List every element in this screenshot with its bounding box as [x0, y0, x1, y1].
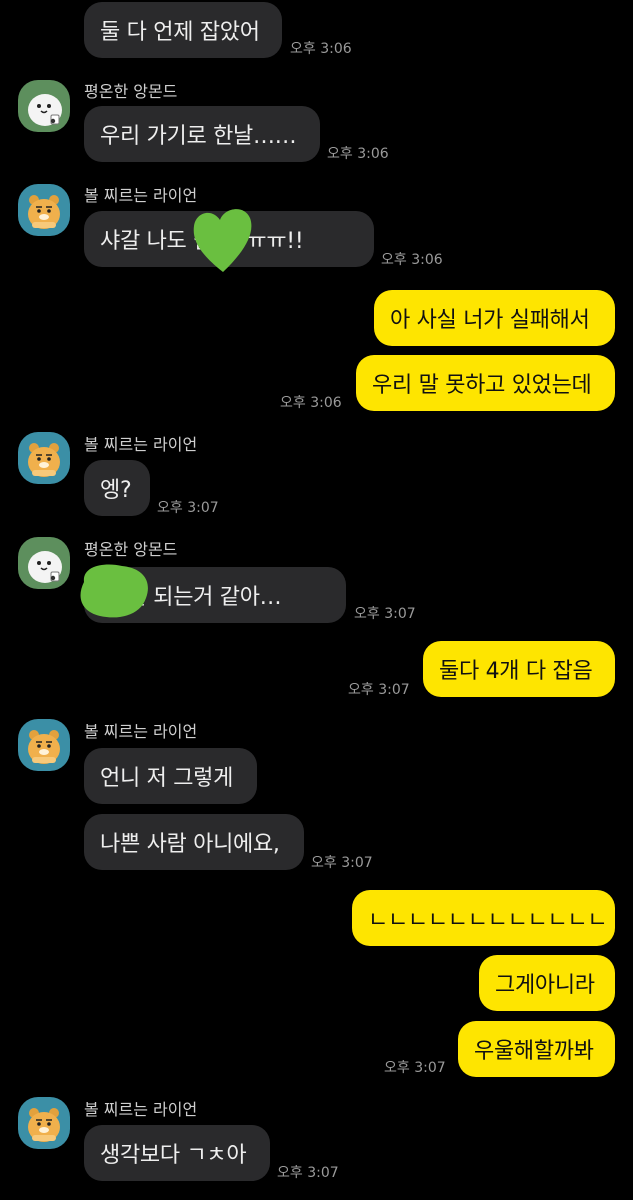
message-bubble[interactable]: 우울해할까봐	[458, 1021, 615, 1077]
sender-name: 볼 찌르는 라이언	[84, 186, 198, 205]
message-bubble[interactable]: 나쁜 사람 아니에요,	[84, 814, 304, 870]
lion-character-icon	[18, 1097, 70, 1149]
message-time: 오후 3:06	[280, 395, 342, 411]
message-time: 오후 3:07	[311, 855, 373, 871]
message-time: 오후 3:07	[348, 682, 410, 698]
peach-character-icon	[18, 80, 70, 132]
sender-name: 볼 찌르는 라이언	[84, 1100, 198, 1119]
ryan-avatar[interactable]	[18, 432, 70, 484]
apeach-avatar[interactable]	[18, 537, 70, 589]
message-bubble[interactable]: 생각보다 ㄱㅊ아	[84, 1125, 270, 1181]
ryan-avatar[interactable]	[18, 1097, 70, 1149]
message-time: 오후 3:07	[384, 1060, 446, 1076]
message-time: 오후 3:06	[290, 41, 352, 57]
message-time: 오후 3:06	[381, 252, 443, 268]
green-heart-redaction	[193, 209, 252, 272]
message-time: 오후 3:07	[354, 606, 416, 622]
ryan-avatar[interactable]	[18, 184, 70, 236]
message-bubble[interactable]: 언니 저 그렇게	[84, 748, 257, 804]
message-bubble[interactable]: 엥?	[84, 460, 150, 516]
message-bubble[interactable]: 아 사실 너가 실패해서	[374, 290, 615, 346]
message-bubble[interactable]: 둘 다 언제 잡았어	[84, 2, 282, 58]
message-bubble[interactable]: 우리 말 못하고 있었는데	[356, 355, 615, 411]
green-blob-redaction	[80, 564, 148, 618]
lion-character-icon	[18, 184, 70, 236]
lion-character-icon	[18, 719, 70, 771]
message-time: 오후 3:07	[277, 1165, 339, 1181]
apeach-avatar[interactable]	[18, 80, 70, 132]
message-bubble[interactable]: ㄴㄴㄴㄴㄴㄴㄴㄴㄴㄴㄴㄴ	[352, 890, 615, 946]
ryan-avatar[interactable]	[18, 719, 70, 771]
chat-room: 둘 다 언제 잡았어 오후 3:06 평온한 앙몬드 우리 가기로 한날…… 오…	[0, 0, 633, 1200]
sender-name: 볼 찌르는 라이언	[84, 435, 198, 454]
message-time: 오후 3:07	[157, 500, 219, 516]
message-bubble[interactable]: 그게아니라	[479, 955, 615, 1011]
peach-character-icon	[18, 537, 70, 589]
message-time: 오후 3:06	[327, 146, 389, 162]
sender-name: 평온한 앙몬드	[84, 82, 178, 101]
sender-name: 볼 찌르는 라이언	[84, 722, 198, 741]
lion-character-icon	[18, 432, 70, 484]
sender-name: 평온한 앙몬드	[84, 540, 178, 559]
message-bubble[interactable]: 둘다 4개 다 잡음	[423, 641, 615, 697]
message-bubble[interactable]: 우리 가기로 한날……	[84, 106, 320, 162]
